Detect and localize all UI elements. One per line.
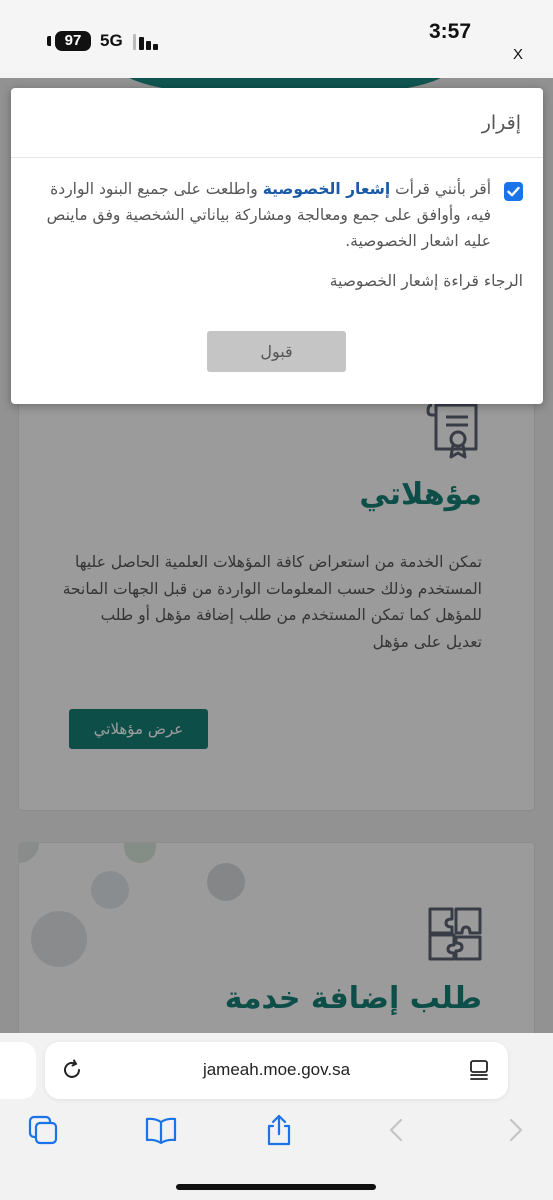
browser-toolbar: jameah.moe.gov.sa: [0, 1033, 553, 1200]
tabs-icon[interactable]: [26, 1113, 60, 1147]
url-text[interactable]: jameah.moe.gov.sa: [45, 1060, 508, 1080]
forward-icon[interactable]: [498, 1113, 532, 1147]
battery-indicator: 97: [55, 31, 91, 51]
close-app-button[interactable]: X: [513, 46, 523, 63]
bookmarks-icon[interactable]: [144, 1113, 178, 1147]
battery-nub: [47, 36, 51, 46]
signal-strength-icon: [133, 34, 163, 50]
accept-button[interactable]: قبول: [207, 331, 346, 372]
back-icon[interactable]: [380, 1113, 414, 1147]
consent-text-start: أقر بأنني قرأت: [390, 180, 491, 198]
reader-mode-icon[interactable]: [468, 1059, 490, 1085]
home-indicator: [176, 1184, 376, 1190]
modal-header: إقرار: [11, 88, 543, 158]
checkmark-icon: [507, 186, 520, 197]
address-bar[interactable]: jameah.moe.gov.sa: [45, 1042, 508, 1099]
read-privacy-hint: الرجاء قراءة إشعار الخصوصية: [329, 272, 523, 290]
share-icon[interactable]: [262, 1113, 296, 1147]
modal-title: إقرار: [481, 112, 521, 134]
previous-tab-preview[interactable]: [0, 1042, 36, 1099]
privacy-notice-link[interactable]: إشعار الخصوصية: [263, 180, 390, 198]
consent-checkbox[interactable]: [504, 182, 523, 201]
network-type: 5G: [100, 31, 123, 50]
consent-modal: إقرار أقر بأنني قرأت إشعار الخصوصية واطل…: [11, 88, 543, 404]
consent-text: أقر بأنني قرأت إشعار الخصوصية واطلعت على…: [31, 176, 491, 254]
status-clock: 3:57: [428, 20, 471, 43]
consent-row: أقر بأنني قرأت إشعار الخصوصية واطلعت على…: [31, 176, 523, 254]
status-bar: 97 5G 3:57 X: [0, 0, 553, 78]
